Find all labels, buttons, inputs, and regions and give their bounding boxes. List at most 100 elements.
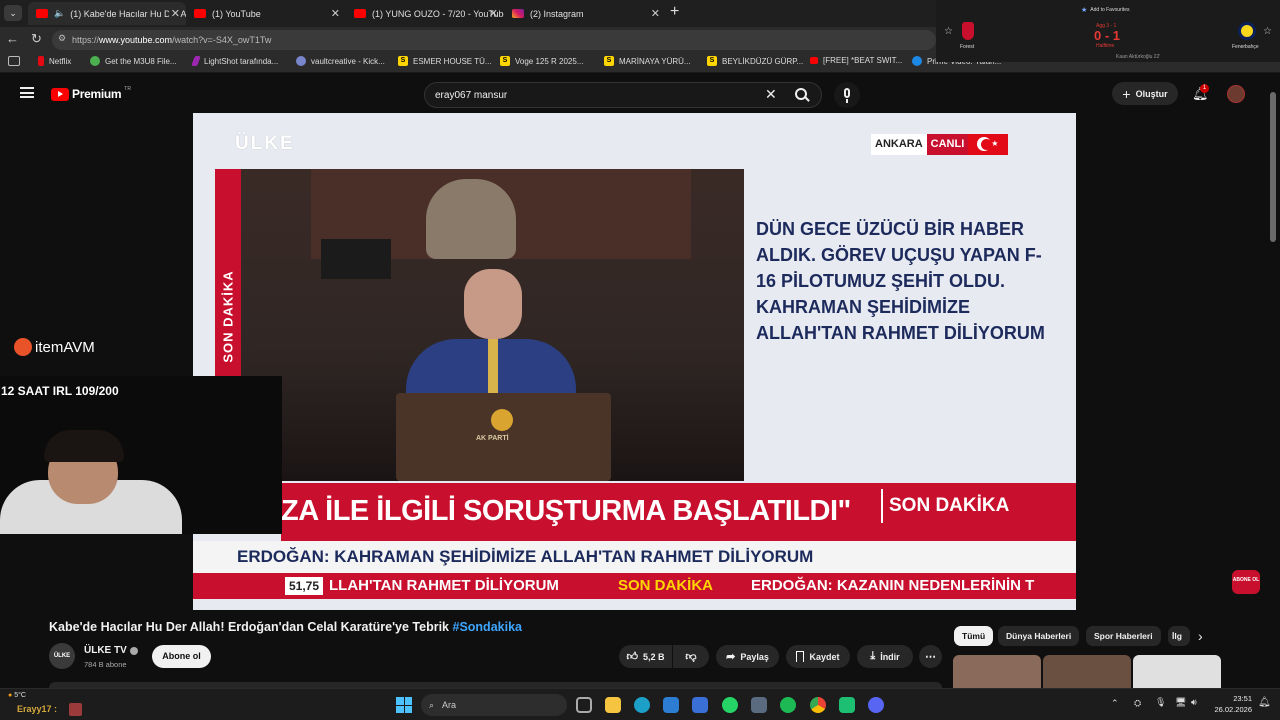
discord-icon[interactable] (868, 697, 884, 713)
tab-label: (1) YUNG OUZO - 7/20 - YouTube (372, 8, 504, 19)
avatar[interactable] (1227, 85, 1245, 103)
subscribe-button[interactable]: Abone ol (152, 645, 211, 668)
thumbnail[interactable] (1133, 655, 1221, 688)
scorer: Kaan Aktürkoğlu 22' (1116, 54, 1161, 60)
site-info-icon[interactable]: ⚙ (58, 33, 66, 44)
bookmark-marina[interactable]: S MARİNAYA YÜRÜ... (604, 56, 691, 66)
bookmark-m3u8[interactable]: Get the M3U8 File... (90, 56, 177, 66)
youtube-logo[interactable]: Premium TR (51, 86, 131, 101)
file-explorer-icon[interactable] (605, 697, 621, 713)
tab[interactable]: (1) YouTube ✕ (186, 2, 346, 25)
chevron-right-icon[interactable]: › (1198, 628, 1203, 644)
search-box[interactable]: ✕ (424, 82, 822, 108)
close-tab-icon[interactable]: ✕ (651, 7, 660, 20)
voice-search-icon[interactable] (834, 82, 860, 108)
chip-world-news[interactable]: Dünya Haberleri (998, 626, 1080, 646)
favourite-star-icon[interactable]: ☆ (1263, 26, 1272, 37)
bookmark-beylikduzu[interactable]: S BEYLİKDÜZÜ GÜRP... (707, 56, 803, 66)
windows-start-icon[interactable] (396, 697, 412, 713)
edge-icon[interactable] (634, 697, 650, 713)
share-label: Paylaş (740, 651, 769, 662)
favourite-star-icon[interactable]: ☆ (944, 26, 953, 37)
download-button[interactable]: ⤓ İndir (857, 645, 913, 668)
bookmark-beat[interactable]: [FREE] *BEAT SWIT... (810, 56, 902, 65)
brand: Premium (72, 87, 122, 101)
match-status: Halftime (1096, 43, 1115, 49)
tab[interactable]: (2) Instagram ✕ (504, 2, 666, 25)
url-field[interactable]: ⚙ https://www.youtube.com/watch?v=-S4X_o… (52, 30, 936, 50)
temperature: 5°C (14, 692, 26, 699)
turkish-flag-icon: ★ (968, 134, 1009, 155)
taskbar-search-label: Ara (442, 700, 457, 710)
chip-sports-news[interactable]: Spor Haberleri (1086, 626, 1161, 646)
sponsor-logo: itemAVM (14, 338, 95, 356)
user-label: Erayy17 : (17, 704, 58, 714)
outlook-icon[interactable] (692, 697, 708, 713)
like-button[interactable]: 👍︎ 5,2 B (619, 645, 672, 668)
new-tab-button[interactable]: + (670, 3, 679, 21)
dislike-button[interactable]: 👎︎ (673, 645, 709, 668)
menu-icon[interactable] (20, 87, 34, 98)
chrome-icon[interactable] (810, 697, 826, 713)
tab-active[interactable]: 🔈 (1) Kabe'de Hacılar Hu Der All ✕ (28, 2, 186, 25)
spotify-icon[interactable] (780, 697, 796, 713)
clock[interactable]: 23:51 26.02.2026 (1210, 693, 1252, 715)
bookmarks-menu-icon[interactable] (8, 56, 20, 66)
tray-icon[interactable]: ⛭ (1134, 698, 1141, 709)
more-actions-button[interactable]: ⋯ (919, 645, 942, 668)
channel-label: ÜLKE TV (84, 645, 127, 656)
share-icon: ➦ (726, 651, 736, 663)
bookmark-voge[interactable]: S Voge 125 R 2025... (500, 56, 584, 66)
whatsapp-icon[interactable] (722, 697, 738, 713)
store-icon[interactable] (663, 697, 679, 713)
add-favourite-button[interactable]: ★ Add to Favourites (1081, 6, 1129, 14)
close-tab-icon[interactable]: ✕ (489, 7, 498, 20)
ticker-tag: SON DAKİKA (618, 577, 714, 594)
search-input[interactable] (435, 88, 755, 103)
channel-name[interactable]: ÜLKE TV (84, 645, 138, 656)
like-count: 5,2 B (642, 651, 665, 662)
windows-taskbar: ● 5°C Erayy17 : ⌕ Ara ⌃ ⛭ 🎙︎ 🖥︎ 🔊︎ 23:51 … (0, 688, 1280, 720)
notification-center-icon[interactable]: 🔔︎ (1258, 697, 1271, 708)
tab[interactable]: (1) YUNG OUZO - 7/20 - YouTube ✕ (346, 2, 504, 25)
taskbar-search[interactable]: ⌕ Ara (421, 694, 567, 716)
microphone-icon[interactable]: 🎙︎ (1155, 697, 1166, 708)
close-tab-icon[interactable]: ✕ (331, 7, 340, 20)
bookmark-lightshot[interactable]: LightShot tarafında... (191, 56, 278, 66)
create-button[interactable]: + Oluştur (1112, 82, 1178, 105)
score: 0 - 1 (1094, 28, 1121, 43)
user-avatar (69, 703, 82, 716)
bookmark-vaultcreative[interactable]: vaultcreative - Kick... (296, 56, 385, 66)
weather-widget[interactable]: ● 5°C (8, 692, 26, 699)
chip-related[interactable]: İlg (1168, 626, 1190, 646)
thumbs-up-icon: 👍︎ (626, 651, 638, 663)
thumbnail[interactable] (953, 655, 1041, 688)
tab-list-button[interactable]: ⌄ (4, 5, 22, 21)
task-view-icon[interactable] (576, 697, 592, 713)
reload-icon[interactable]: ↻ (31, 31, 42, 47)
save-button[interactable]: Kaydet (786, 645, 850, 668)
channel-avatar[interactable]: ÜLKE (49, 643, 75, 669)
app-icon[interactable] (839, 697, 855, 713)
share-button[interactable]: ➦ Paylaş (716, 645, 779, 668)
tray-overflow-icon[interactable]: ⌃ (1111, 698, 1119, 709)
page-scrollbar[interactable] (1270, 92, 1276, 242)
thumbnail[interactable] (1043, 655, 1131, 688)
channel-watermark: ÜLKE (235, 133, 295, 154)
network-icon[interactable]: 🖥︎ (1175, 697, 1186, 708)
stream-label: 12 SAAT IRL 109/200 (1, 384, 119, 398)
close-tab-icon[interactable]: ✕ (168, 7, 180, 20)
chip-all[interactable]: Tümü (954, 626, 994, 646)
bookmark-label: Voge 125 R 2025... (515, 56, 584, 66)
bookmark-netflix[interactable]: Netflix (38, 56, 71, 66)
volume-icon[interactable]: 🔊︎ (1191, 697, 1197, 708)
clear-search-icon[interactable]: ✕ (765, 86, 777, 103)
bookmark-label: Get the M3U8 File... (105, 56, 177, 66)
hashtag-link[interactable]: #Sondakika (453, 620, 522, 634)
headline: ZA İLE İLGİLİ SORUŞTURMA BAŞLATILDI" (281, 495, 851, 527)
settings-app-icon[interactable] (751, 697, 767, 713)
prime-video-icon (912, 56, 922, 66)
back-icon[interactable]: ← (6, 31, 19, 46)
bookmark-esmer[interactable]: S ESMER HOUSE TÜ... (398, 56, 492, 66)
video-player[interactable]: ÜLKE ANKARA CANLI ★ SON DAKİKA AK PARTİ … (193, 113, 1076, 610)
